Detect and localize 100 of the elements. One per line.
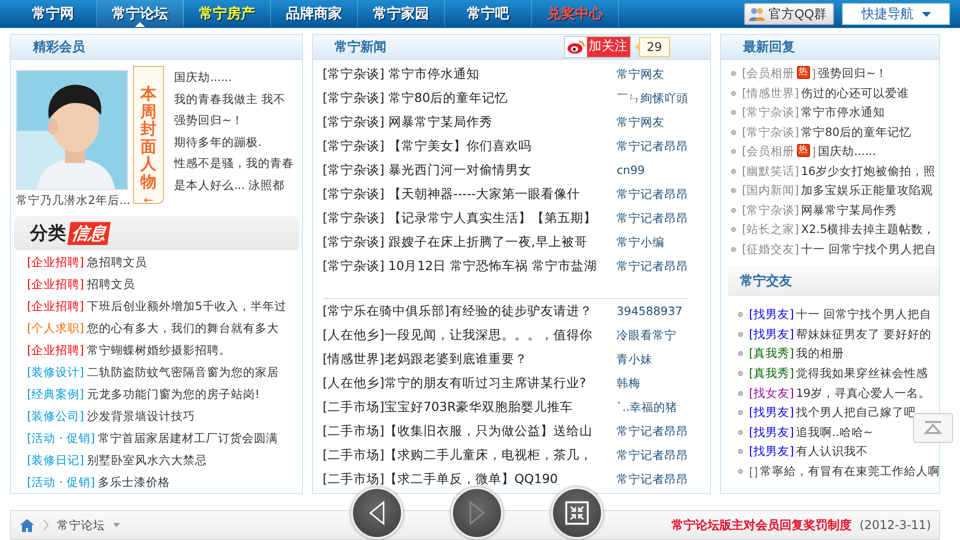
news-link[interactable]: [常宁杂谈] 暴光西门河一对偷情男女	[322, 162, 617, 178]
reply-link[interactable]: 强势回归~！	[818, 66, 888, 82]
friend-post-link[interactable]: 追我啊..哈哈~	[796, 424, 873, 440]
home-icon[interactable]	[19, 518, 35, 532]
classified-link[interactable]: 下班后创业额外增加5千收入，半年过	[86, 298, 286, 314]
nav-tab[interactable]: 常宁论坛	[97, 0, 184, 27]
category-link[interactable]: [找男友]	[749, 307, 794, 322]
nav-tab[interactable]: 品牌商家	[271, 0, 358, 27]
reply-link[interactable]: 常宁市停水通知	[800, 105, 885, 120]
category-link[interactable]: [找男友]	[749, 424, 794, 440]
news-link[interactable]: [人在他乡]一段见闻，让我深思。。。，值得你	[322, 326, 617, 344]
reply-link[interactable]: 网暴常宁某局作秀	[800, 202, 897, 218]
author-link[interactable]: 394588937	[616, 304, 682, 318]
news-link[interactable]: [常宁杂谈] 【常宁美女】你们喜欢吗	[322, 138, 617, 154]
classified-link[interactable]: 常宁首届家居建材工厂订货会圆满	[98, 430, 278, 446]
author-link[interactable]: ￣ㄣ絢愫吖頭	[616, 90, 689, 106]
category-link[interactable]: [企业招聘]	[27, 342, 84, 358]
reply-link[interactable]: 十一 回常宁找个男人把自	[800, 242, 937, 257]
classified-link[interactable]: 急招聘文员	[86, 254, 147, 270]
category-link[interactable]: [幽默笑话]	[742, 164, 799, 179]
classified-link[interactable]: 您的心有多大，我们的舞台就有多大	[86, 320, 279, 336]
author-link[interactable]: 常宁小编	[616, 234, 665, 250]
reply-link[interactable]: 加多宝娱乐正能量攻陷观	[800, 183, 933, 198]
category-link[interactable]: [常宁杂谈]	[742, 202, 799, 218]
category-link[interactable]: [企业招聘]	[27, 254, 84, 270]
news-link[interactable]: [二手市场]【求二手单反，微单】QQ190	[322, 470, 617, 488]
friend-post-link[interactable]: 帮妹妹征男友了 要好好的	[796, 326, 932, 342]
classified-link[interactable]: 元龙多功能门窗为您的房子站岗!	[86, 386, 260, 402]
category-link[interactable]: [国内新闻]	[742, 183, 799, 198]
friend-post-link[interactable]: 有人认识我不	[796, 444, 868, 460]
friend-post-link[interactable]: 19岁，寻真心爱人一名。	[796, 386, 931, 401]
category-link[interactable]: [真我秀]	[749, 366, 794, 382]
author-link[interactable]: 常宁记者昂昂	[616, 258, 689, 274]
news-link[interactable]: [常宁杂谈] 【记录常宁人真实生活】【第五期】	[322, 210, 617, 226]
author-link[interactable]: 常宁记者昂昂	[616, 424, 689, 438]
category-link[interactable]: [常宁杂谈]	[742, 124, 799, 140]
nav-tab[interactable]: 常宁网	[10, 0, 97, 27]
nav-tab[interactable]: 常宁吧	[445, 0, 532, 27]
news-link[interactable]: [常宁杂谈] 常宁市停水通知	[322, 66, 617, 82]
author-link[interactable]: 常宁网友	[616, 66, 665, 82]
category-link[interactable]: [情感世界]	[742, 86, 799, 101]
category-link[interactable]: []	[749, 464, 758, 479]
author-link[interactable]: 常宁记者昂昂	[616, 210, 689, 226]
news-link[interactable]: [人在他乡]常宁的朋友有听过习主席讲某行业?	[322, 374, 617, 392]
classified-link[interactable]: 沙发背景墙设计技巧	[86, 408, 195, 424]
reply-link[interactable]: 常宁80后的童年记忆	[800, 124, 912, 140]
classified-link[interactable]: 常宁蝴蝶树婚纱摄影招聘。	[86, 342, 231, 358]
author-link[interactable]: 韩梅	[616, 376, 641, 390]
category-link[interactable]: [征婚交友]	[742, 242, 799, 257]
reply-link[interactable]: 国庆劫......	[818, 144, 876, 160]
category-link[interactable]: [会员相册	[742, 66, 794, 82]
nav-tab[interactable]: 常宁房产	[184, 0, 271, 27]
reply-link[interactable]: 16岁少女打炮被偷拍，照	[800, 164, 936, 179]
news-link[interactable]: [情感世界]老妈跟老婆到底谁重要？	[322, 350, 617, 368]
qq-group-button[interactable]: 官方QQ群	[744, 3, 834, 25]
nav-tab[interactable]: 常宁家园	[358, 0, 445, 27]
friend-post-link[interactable]: 十一 回常宁找个男人把自	[796, 307, 932, 322]
classified-link[interactable]: 多乐士漆价格	[98, 474, 170, 490]
author-link[interactable]: `..幸福的猪	[616, 400, 678, 414]
category-link[interactable]: [企业招聘]	[27, 276, 84, 292]
category-link[interactable]: [找男友]	[749, 405, 794, 420]
news-link[interactable]: [常宁杂谈] 跟嫂子在床上折腾了一夜,早上被哥	[322, 234, 617, 250]
reply-link[interactable]: 伤过的心还可以爱谁	[800, 86, 909, 101]
category-link[interactable]: [常宁杂谈]	[742, 105, 799, 120]
follow-button[interactable]: 加关注	[564, 36, 631, 58]
photo-caption[interactable]: 常宁乃几潜水2年后...	[16, 193, 128, 208]
collapse-button[interactable]	[551, 487, 603, 539]
news-link[interactable]: [二手市场]【求购二手儿童床，电视柜，茶几，	[322, 446, 617, 464]
category-link[interactable]: [企业招聘]	[27, 298, 84, 314]
author-link[interactable]: 常宁记者昂昂	[616, 448, 689, 462]
author-link[interactable]: 常宁记者昂昂	[616, 472, 689, 486]
author-link[interactable]: cn99	[616, 163, 645, 177]
category-link[interactable]: [找女友]	[749, 386, 794, 401]
category-link[interactable]: [会员相册	[742, 144, 794, 160]
news-link[interactable]: [常宁杂谈] 【天朝神器-----大家第一眼看像什	[322, 186, 617, 202]
author-link[interactable]: 常宁网友	[616, 114, 665, 130]
category-link[interactable]: [站长之家]	[742, 222, 799, 238]
author-link[interactable]: 冷眼看常宁	[616, 328, 677, 342]
author-link[interactable]: 青小妹	[616, 352, 653, 366]
reply-link[interactable]: X2.5横排去掉主题帖数，	[800, 222, 936, 238]
news-link[interactable]: [二手市场]宝宝好703R豪华双胞胎婴儿推车	[322, 398, 617, 416]
quick-nav-dropdown[interactable]: 快捷导航	[842, 3, 950, 25]
classified-link[interactable]: 二轨防盗防蚊气密隔音窗为您的家居	[86, 364, 279, 380]
friend-post-link[interactable]: 常寧給，有冒有在東莞工作給人啊	[760, 464, 940, 480]
classified-link[interactable]: 招聘文员	[86, 276, 135, 292]
news-link[interactable]: [常宁杂谈] 10月12日 常宁恐怖车祸 常宁市盐湖	[322, 258, 617, 274]
category-link[interactable]: [找男友]	[749, 444, 794, 460]
news-link[interactable]: [常宁乐在骑中俱乐部]有经验的徒步驴友请进？	[322, 302, 617, 320]
author-link[interactable]: 常宁记者昂昂	[616, 186, 689, 202]
news-link[interactable]: [常宁杂谈] 常宁80后的童年记忆	[322, 90, 617, 106]
breadcrumb-link[interactable]: 常宁论坛	[57, 518, 105, 532]
friend-post-link[interactable]: 我的相册	[796, 346, 844, 362]
classified-link[interactable]: 别墅卧室风水六大禁忌	[86, 452, 207, 468]
prev-button[interactable]	[351, 487, 403, 539]
author-link[interactable]: 常宁记者昂昂	[616, 138, 689, 154]
news-link[interactable]: [常宁杂谈] 网暴常宁某局作秀	[322, 114, 617, 130]
category-link[interactable]: [真我秀]	[749, 346, 794, 362]
category-link[interactable]: [找男友]	[749, 326, 794, 342]
news-link[interactable]: [二手市场]【收集旧衣服，只为做公益】送给山	[322, 422, 617, 440]
friend-post-link[interactable]: 觉得我如果穿丝袜会性感	[796, 366, 928, 382]
